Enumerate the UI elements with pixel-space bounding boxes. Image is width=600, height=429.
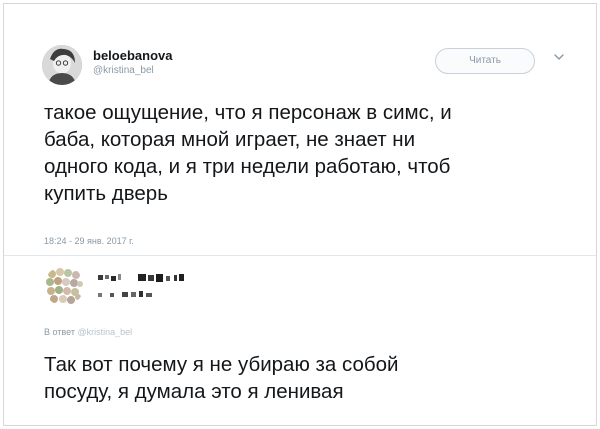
tweet-timestamp[interactable]: 18:24 - 29 янв. 2017 г. (44, 236, 134, 246)
reply-tweet: В ответ @kristina_bel Так вот почему я н… (4, 256, 596, 427)
main-tweet: beloebanova @kristina_bel Читать такое о… (4, 4, 596, 256)
reply-avatar[interactable] (44, 266, 84, 306)
chevron-down-icon[interactable] (552, 50, 566, 64)
reply-to-prefix: В ответ (44, 327, 75, 337)
reply-text: Так вот почему я не убираю за собой посу… (44, 353, 399, 403)
user-handle[interactable]: @kristina_bel (93, 65, 154, 76)
display-name[interactable]: beloebanova (93, 48, 172, 63)
reply-context: В ответ @kristina_bel (44, 327, 132, 337)
tweet-text: такое ощущение, что я персонаж в симс, и… (44, 101, 452, 205)
redacted-name (98, 270, 193, 286)
avatar[interactable] (42, 45, 82, 85)
tweet-card: beloebanova @kristina_bel Читать такое о… (3, 3, 597, 426)
redacted-handle (98, 288, 168, 300)
reply-to-handle[interactable]: @kristina_bel (77, 327, 132, 337)
follow-button[interactable]: Читать (435, 48, 535, 74)
